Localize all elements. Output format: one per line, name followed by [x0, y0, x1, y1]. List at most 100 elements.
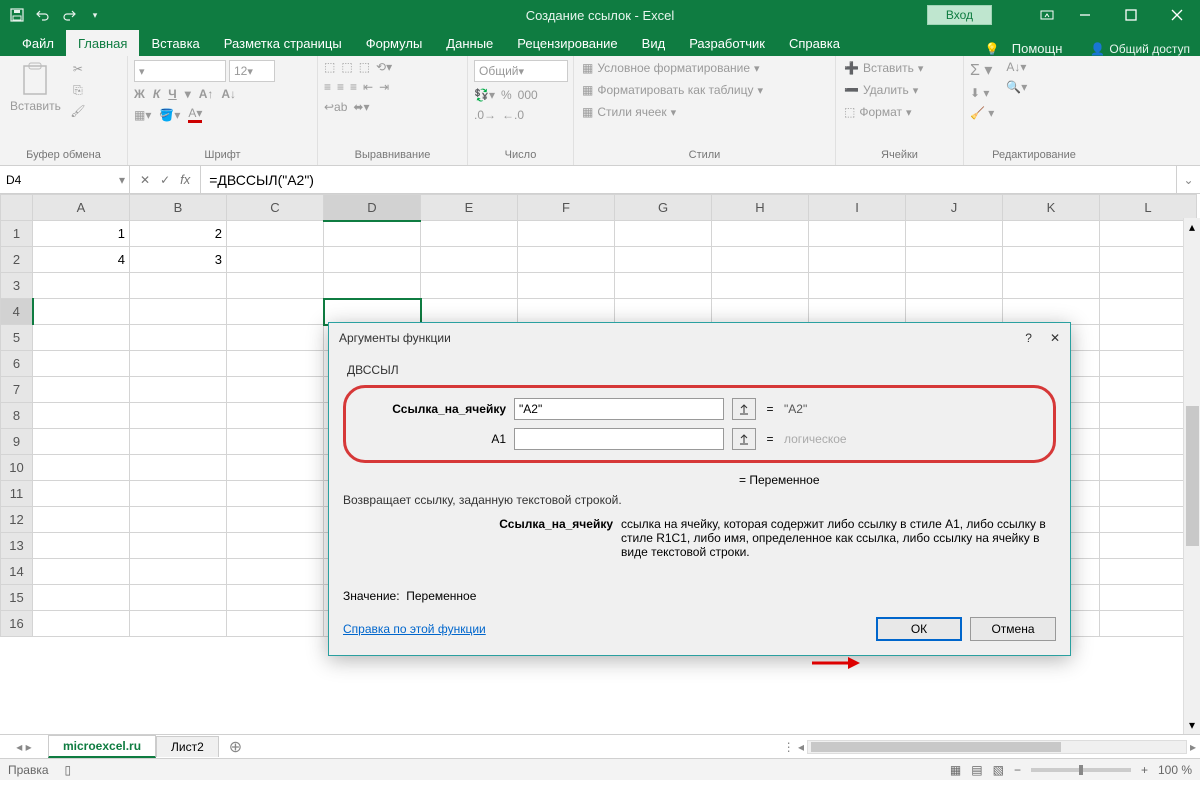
- view-layout-icon[interactable]: ▤: [971, 763, 982, 777]
- border-icon[interactable]: ▦▾: [134, 108, 151, 122]
- maximize-button[interactable]: [1108, 0, 1154, 30]
- cell[interactable]: [1100, 273, 1197, 299]
- cell[interactable]: [33, 273, 130, 299]
- cell[interactable]: [615, 273, 712, 299]
- cell[interactable]: [227, 247, 324, 273]
- fill-color-icon[interactable]: 🪣▾: [159, 108, 180, 122]
- cell[interactable]: [324, 273, 421, 299]
- cell[interactable]: [809, 247, 906, 273]
- ribbon-options-icon[interactable]: [1032, 0, 1062, 30]
- sheet-tab-1[interactable]: microexcel.ru: [48, 735, 156, 758]
- cell[interactable]: [809, 221, 906, 247]
- cell[interactable]: [1100, 247, 1197, 273]
- name-box[interactable]: D4▾: [0, 166, 130, 193]
- cell[interactable]: [227, 507, 324, 533]
- cell[interactable]: [227, 481, 324, 507]
- bold-button[interactable]: Ж: [134, 87, 145, 101]
- cell[interactable]: [130, 611, 227, 637]
- cell[interactable]: [130, 507, 227, 533]
- row-header[interactable]: 1: [1, 221, 33, 247]
- cell[interactable]: [1100, 221, 1197, 247]
- cell[interactable]: 3: [130, 247, 227, 273]
- cell[interactable]: [324, 299, 421, 325]
- clear-icon[interactable]: 🧹 ▾: [970, 106, 994, 120]
- sort-filter-icon[interactable]: A↓▾: [1006, 60, 1027, 74]
- cell[interactable]: [130, 351, 227, 377]
- cell[interactable]: [33, 481, 130, 507]
- cell[interactable]: [324, 221, 421, 247]
- font-name-select[interactable]: ▾: [134, 60, 226, 82]
- row-header[interactable]: 15: [1, 585, 33, 611]
- row-header[interactable]: 16: [1, 611, 33, 637]
- zoom-out-icon[interactable]: −: [1014, 763, 1021, 777]
- view-normal-icon[interactable]: ▦: [950, 763, 961, 777]
- cell[interactable]: [227, 351, 324, 377]
- align-right-icon[interactable]: ≡: [350, 80, 357, 94]
- qat-customize-icon[interactable]: ▾: [86, 6, 104, 24]
- tab-view[interactable]: Вид: [630, 30, 678, 56]
- arg-ref-input[interactable]: "A2": [514, 398, 724, 420]
- wrap-text-icon[interactable]: ↩ab: [324, 100, 347, 114]
- zoom-slider[interactable]: [1031, 768, 1131, 772]
- add-sheet-button[interactable]: ⊕: [219, 737, 252, 757]
- cell[interactable]: [615, 299, 712, 325]
- indent-inc-icon[interactable]: ⇥: [379, 80, 389, 94]
- save-icon[interactable]: [8, 6, 26, 24]
- cell[interactable]: [518, 273, 615, 299]
- share-button[interactable]: 👤 Общий доступ: [1090, 42, 1190, 56]
- cell[interactable]: [518, 247, 615, 273]
- cell[interactable]: [33, 403, 130, 429]
- increase-font-icon[interactable]: A↑: [199, 87, 214, 101]
- cell[interactable]: [1100, 403, 1197, 429]
- font-size-select[interactable]: 12 ▾: [229, 60, 275, 82]
- cell[interactable]: 1: [33, 221, 130, 247]
- percent-icon[interactable]: %: [501, 88, 512, 102]
- column-header[interactable]: A: [33, 195, 130, 221]
- cell[interactable]: [33, 507, 130, 533]
- cell[interactable]: [130, 559, 227, 585]
- cell[interactable]: [130, 533, 227, 559]
- insert-function-icon[interactable]: fx: [180, 172, 190, 187]
- cell[interactable]: [227, 403, 324, 429]
- merge-icon[interactable]: ⬌▾: [353, 100, 369, 114]
- cell[interactable]: [1100, 429, 1197, 455]
- cell[interactable]: [712, 221, 809, 247]
- fill-icon[interactable]: ⬇ ▾: [970, 86, 989, 100]
- row-header[interactable]: 9: [1, 429, 33, 455]
- cell[interactable]: [130, 273, 227, 299]
- redo-icon[interactable]: [60, 6, 78, 24]
- cell[interactable]: [33, 299, 130, 325]
- cell[interactable]: [421, 221, 518, 247]
- cell[interactable]: [1100, 481, 1197, 507]
- cell[interactable]: [33, 377, 130, 403]
- zoom-in-icon[interactable]: +: [1141, 763, 1148, 777]
- format-cells-button[interactable]: ⬚Формат ▾: [842, 104, 957, 120]
- tab-file[interactable]: Файл: [10, 30, 66, 56]
- cell[interactable]: [809, 273, 906, 299]
- close-button[interactable]: [1154, 0, 1200, 30]
- cell[interactable]: [227, 299, 324, 325]
- tab-review[interactable]: Рецензирование: [505, 30, 629, 56]
- cell[interactable]: [130, 325, 227, 351]
- column-header[interactable]: B: [130, 195, 227, 221]
- row-header[interactable]: 8: [1, 403, 33, 429]
- font-color-icon[interactable]: A▾: [188, 106, 202, 123]
- row-header[interactable]: 13: [1, 533, 33, 559]
- cell[interactable]: [227, 377, 324, 403]
- cell[interactable]: [130, 481, 227, 507]
- row-header[interactable]: 7: [1, 377, 33, 403]
- dialog-help-icon[interactable]: ?: [1025, 331, 1032, 345]
- minimize-button[interactable]: [1062, 0, 1108, 30]
- italic-button[interactable]: К: [153, 87, 160, 101]
- row-header[interactable]: 6: [1, 351, 33, 377]
- cell[interactable]: [712, 273, 809, 299]
- cell[interactable]: [615, 247, 712, 273]
- delete-cells-button[interactable]: ➖Удалить ▾: [842, 82, 957, 98]
- indent-dec-icon[interactable]: ⇤: [363, 80, 373, 94]
- column-header[interactable]: G: [615, 195, 712, 221]
- column-header[interactable]: F: [518, 195, 615, 221]
- tellme-input[interactable]: Помощн: [1012, 41, 1063, 56]
- cell[interactable]: [1003, 247, 1100, 273]
- cell[interactable]: [1100, 299, 1197, 325]
- cell[interactable]: [130, 455, 227, 481]
